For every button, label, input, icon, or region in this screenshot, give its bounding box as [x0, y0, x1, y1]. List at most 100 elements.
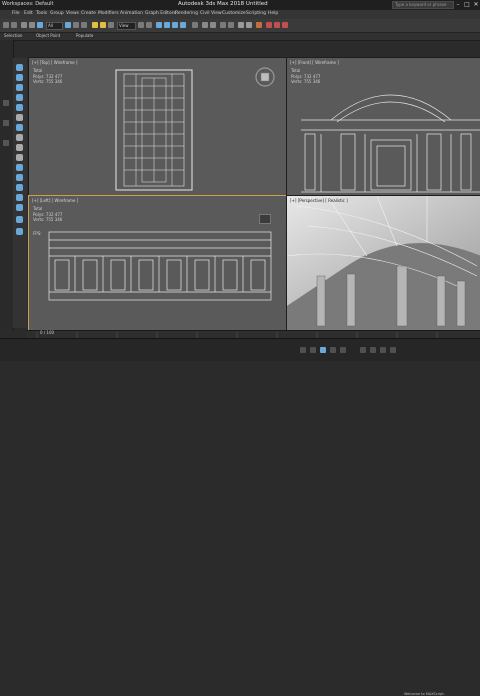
camera-icon[interactable]	[16, 174, 23, 181]
sphere-icon[interactable]	[16, 134, 23, 141]
cylinder-icon[interactable]	[16, 144, 23, 151]
pan-icon[interactable]	[370, 347, 376, 353]
torus-icon[interactable]	[16, 154, 23, 161]
orbit-icon[interactable]	[380, 347, 386, 353]
menu-views[interactable]: Views	[66, 11, 79, 16]
frame-counter[interactable]: 0 / 100	[40, 330, 54, 335]
viewport-perspective[interactable]: [+] [Perspective] [ Realistic ]	[286, 195, 480, 332]
minimize-button[interactable]: –	[454, 1, 462, 8]
menu-create[interactable]: Create	[81, 11, 96, 16]
named-selection-icon[interactable]	[192, 22, 198, 28]
undo-icon[interactable]	[3, 22, 9, 28]
menu-graph-editors[interactable]: Graph Editors	[145, 11, 176, 16]
select-icon[interactable]	[16, 64, 23, 71]
key-mode-icon[interactable]	[300, 347, 306, 353]
scene-explorer-icon[interactable]	[228, 22, 234, 28]
viewport-front[interactable]: [+] [Front] [ Wireframe ] Total Polys: 7…	[286, 57, 480, 196]
next-frame-icon[interactable]	[330, 347, 336, 353]
panel-icon[interactable]	[3, 140, 9, 146]
link-tool-icon[interactable]	[16, 228, 23, 235]
hierarchy-icon[interactable]	[16, 94, 23, 101]
menu-bar: File Edit Tools Group Views Create Modif…	[0, 10, 480, 19]
display-icon[interactable]	[16, 114, 23, 121]
unlink-icon[interactable]	[29, 22, 35, 28]
menu-rendering[interactable]: Rendering	[175, 11, 198, 16]
render-setup-icon[interactable]	[266, 22, 272, 28]
motion-icon[interactable]	[16, 104, 23, 111]
search-field[interactable]: Type a keyword or phrase	[392, 1, 454, 9]
move-icon[interactable]	[92, 22, 98, 28]
viewport-label[interactable]: [+] [Perspective] [ Realistic ]	[290, 198, 348, 203]
menu-help[interactable]: Help	[268, 11, 278, 16]
menu-edit[interactable]: Edit	[24, 11, 33, 16]
menu-scripting[interactable]: Scripting	[246, 11, 266, 16]
end-frame-icon[interactable]	[340, 347, 346, 353]
rotate-icon[interactable]	[100, 22, 106, 28]
maximize-button[interactable]: □	[463, 1, 471, 8]
maximize-viewport-icon[interactable]	[390, 347, 396, 353]
panel-icon[interactable]	[3, 100, 9, 106]
close-button[interactable]: ✕	[472, 1, 480, 8]
menu-modifiers[interactable]: Modifiers	[98, 11, 119, 16]
render-frame-icon[interactable]	[274, 22, 280, 28]
select-object-icon[interactable]	[65, 22, 71, 28]
scale-icon[interactable]	[108, 22, 114, 28]
play-icon[interactable]	[320, 347, 326, 353]
stat-verts-label: Verts:	[33, 79, 45, 84]
menu-tools[interactable]: Tools	[36, 11, 47, 16]
stat-polys-label: Polys:	[33, 211, 45, 217]
reference-coord-dropdown[interactable]: View	[117, 22, 136, 30]
workspace-dropdown[interactable]: Workspaces: Default	[2, 1, 53, 7]
create-icon[interactable]	[16, 74, 23, 81]
select-by-name-icon[interactable]	[73, 22, 79, 28]
paint-icon[interactable]	[16, 216, 23, 223]
panel-icon[interactable]	[3, 120, 9, 126]
redo-icon[interactable]	[11, 22, 17, 28]
zoom-icon[interactable]	[360, 347, 366, 353]
rect-region-icon[interactable]	[81, 22, 87, 28]
helper-icon[interactable]	[16, 184, 23, 191]
snap-icon[interactable]	[156, 22, 162, 28]
bind-icon[interactable]	[37, 22, 43, 28]
curve-editor-icon[interactable]	[238, 22, 244, 28]
menu-civil-view[interactable]: Civil View	[200, 11, 222, 16]
mirror-icon[interactable]	[202, 22, 208, 28]
stat-verts-value: 755 346	[45, 79, 63, 84]
link-icon[interactable]	[21, 22, 27, 28]
top-wireframe-model	[115, 69, 193, 191]
left-toolbox	[13, 58, 27, 328]
menu-file[interactable]: File	[12, 11, 20, 16]
light-icon[interactable]	[16, 164, 23, 171]
material-editor-icon[interactable]	[256, 22, 262, 28]
menu-animation[interactable]: Animation	[120, 11, 143, 16]
viewport-label[interactable]: [+] [Top] [ Wireframe ]	[32, 60, 77, 65]
pivot-icon[interactable]	[138, 22, 144, 28]
tab-object-paint[interactable]: Object Paint	[36, 33, 60, 38]
viewcube-icon[interactable]	[254, 66, 276, 88]
modify-icon[interactable]	[16, 84, 23, 91]
select-manipulate-icon[interactable]	[146, 22, 152, 28]
tab-selection[interactable]: Selection	[4, 33, 22, 38]
menu-group[interactable]: Group	[50, 11, 64, 16]
align-icon[interactable]	[210, 22, 216, 28]
viewport-label[interactable]: [+] [Left] [ Wireframe ]	[32, 198, 78, 203]
spacewarp-icon[interactable]	[16, 194, 23, 201]
schematic-view-icon[interactable]	[246, 22, 252, 28]
layer-icon[interactable]	[220, 22, 226, 28]
utilities-icon[interactable]	[16, 124, 23, 131]
selection-filter-dropdown[interactable]: All	[46, 22, 63, 30]
app-title: Autodesk 3ds Max 2018 Untitled	[178, 1, 268, 7]
viewcube-icon[interactable]	[259, 214, 271, 224]
systems-icon[interactable]	[16, 204, 23, 211]
viewport-label[interactable]: [+] [Front] [ Wireframe ]	[290, 60, 339, 65]
viewport-top[interactable]: [+] [Top] [ Wireframe ] Total Polys: 732…	[28, 57, 287, 196]
tab-populate[interactable]: Populate	[76, 33, 93, 38]
prev-frame-icon[interactable]	[310, 347, 316, 353]
viewport-left[interactable]: [+] [Left] [ Wireframe ] Total Polys: 73…	[28, 195, 287, 332]
render-icon[interactable]	[282, 22, 288, 28]
spinner-snap-icon[interactable]	[180, 22, 186, 28]
stat-polys-value: 732 477	[45, 73, 63, 79]
angle-snap-icon[interactable]	[164, 22, 170, 28]
percent-snap-icon[interactable]	[172, 22, 178, 28]
menu-customize[interactable]: Customize	[222, 11, 246, 16]
